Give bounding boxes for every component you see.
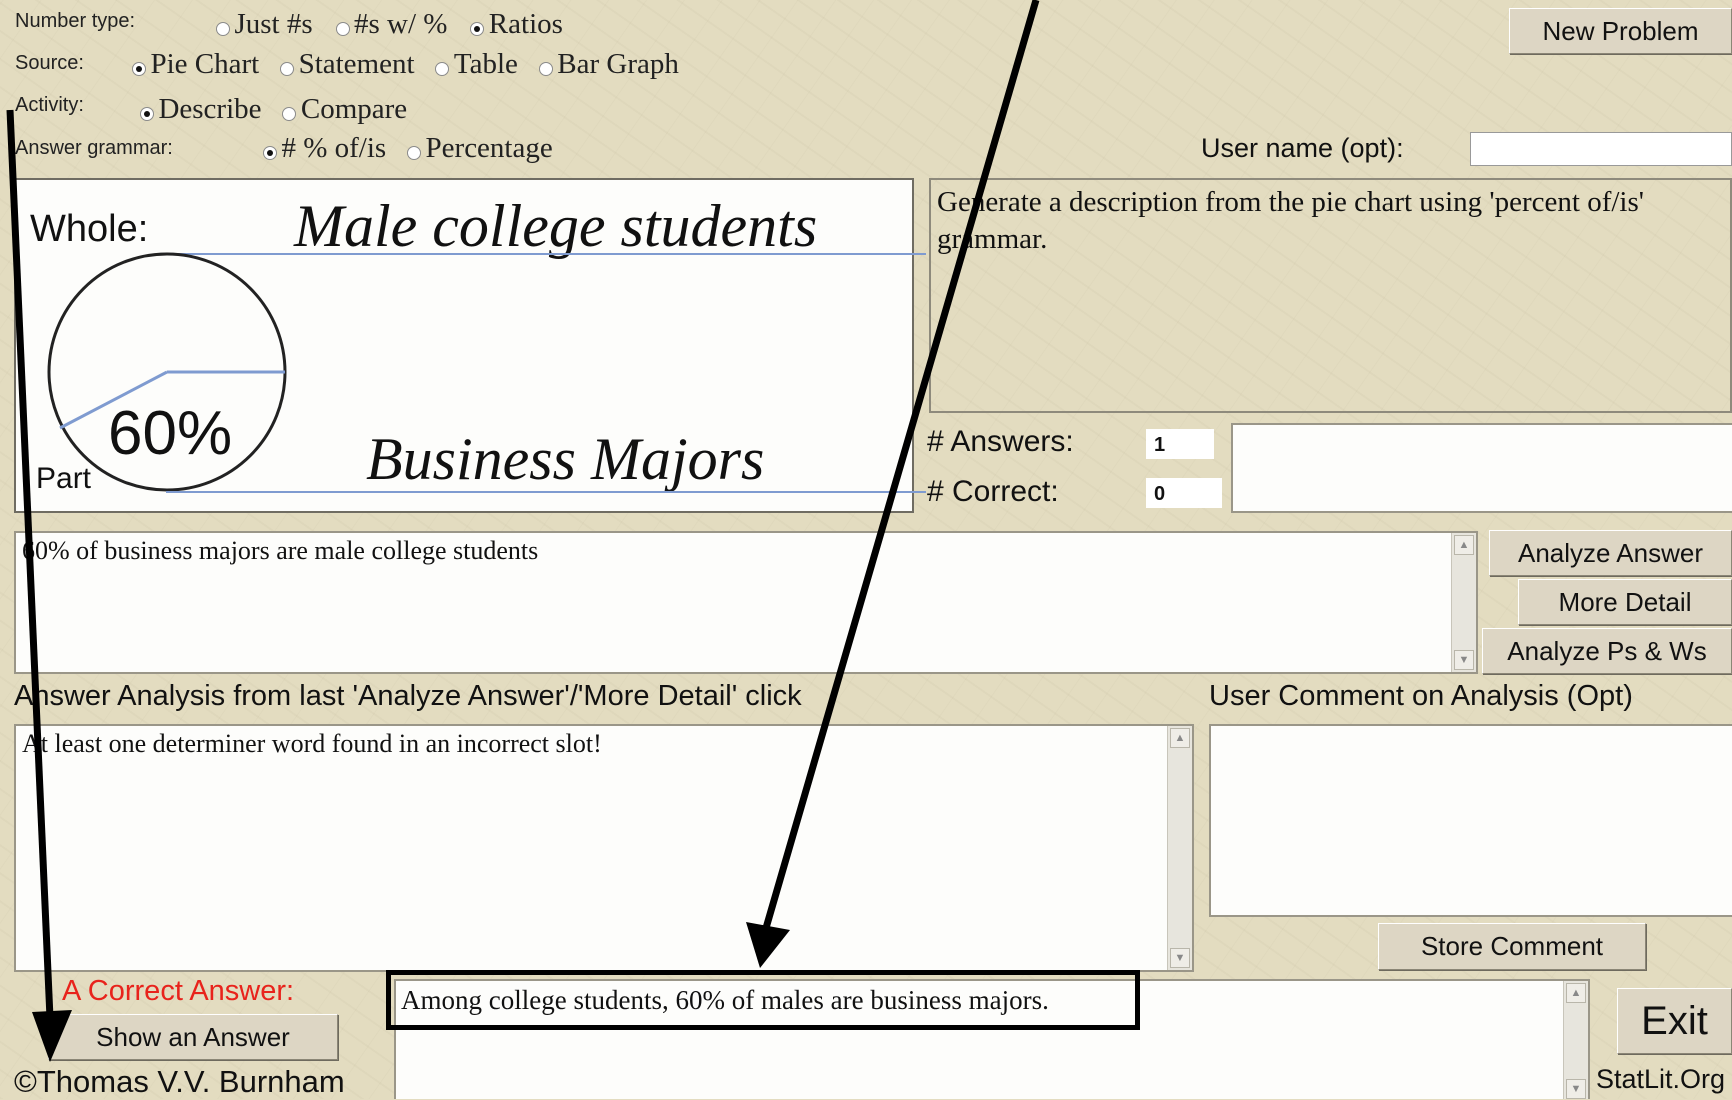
analysis-heading: Answer Analysis from last 'Analyze Answe… (14, 680, 802, 712)
correct-answer-scrollbar[interactable]: ▲ ▼ (1563, 981, 1588, 1099)
correct-answer-text: Among college students, 60% of males are… (386, 970, 1140, 1030)
source-label: Source: (15, 52, 84, 74)
radio-describe[interactable] (140, 106, 154, 121)
option-table[interactable]: Table (454, 48, 518, 80)
scroll-down-icon[interactable]: ▼ (1454, 650, 1474, 670)
answer-textarea[interactable]: 60% of business majors are male college … (14, 531, 1478, 674)
answer-grammar-label: Answer grammar: (15, 137, 173, 159)
scroll-up-icon[interactable]: ▲ (1566, 983, 1586, 1003)
instructions-text: Generate a description from the pie char… (937, 186, 1644, 255)
answer-scrollbar[interactable]: ▲ ▼ (1451, 533, 1476, 672)
answers-count-value: 1 (1146, 429, 1214, 459)
answers-count-label: # Answers: (927, 425, 1074, 458)
user-name-input[interactable] (1470, 132, 1732, 166)
radio-compare[interactable] (282, 106, 297, 121)
answer-grammar-group: # % of/is Percentage (263, 132, 553, 165)
radio-bar-graph[interactable] (538, 61, 553, 76)
scroll-up-icon[interactable]: ▲ (1454, 535, 1474, 555)
source-group: Pie Chart Statement Table Bar Graph (132, 48, 679, 81)
analyze-ps-ws-button[interactable]: Analyze Ps & Ws (1482, 628, 1732, 674)
radio-percent-of-is[interactable] (263, 145, 277, 160)
more-detail-button[interactable]: More Detail (1518, 579, 1732, 625)
correct-answer-label: A Correct Answer: (62, 975, 295, 1007)
option-ratios[interactable]: Ratios (489, 8, 563, 40)
statlit-label: StatLit.Org (1596, 1064, 1726, 1094)
pie-chart-panel: Whole: Male college students 60% Part Bu… (14, 178, 926, 513)
correct-count-label: # Correct: (927, 475, 1059, 508)
radio-ratios[interactable] (470, 21, 485, 36)
part-value: Business Majors (366, 426, 765, 492)
part-label: Part (36, 462, 92, 495)
option-just-nums[interactable]: Just #s (234, 8, 312, 40)
option-bar-graph[interactable]: Bar Graph (557, 48, 679, 80)
radio-table[interactable] (435, 61, 450, 76)
instructions-box: Generate a description from the pie char… (929, 178, 1732, 413)
number-type-group: Just #s #s w/ % Ratios (216, 8, 563, 41)
comment-heading: User Comment on Analysis (Opt) (1209, 680, 1633, 712)
correct-count-value: 0 (1146, 478, 1222, 508)
option-percent-of-is[interactable]: # % of/is (281, 132, 386, 164)
option-pie-chart[interactable]: Pie Chart (150, 48, 259, 80)
exit-button[interactable]: Exit (1617, 988, 1732, 1054)
user-name-label: User name (opt): (1201, 133, 1404, 163)
whole-value: Male college students (294, 193, 818, 259)
show-answer-button[interactable]: Show an Answer (48, 1014, 338, 1060)
option-nums-with-percent[interactable]: #s w/ % (354, 8, 447, 40)
analysis-textarea[interactable]: At least one determiner word found in an… (14, 724, 1194, 972)
option-percentage[interactable]: Percentage (426, 132, 553, 164)
activity-group: Describe Compare (140, 93, 407, 126)
analysis-text: At least one determiner word found in an… (22, 729, 602, 758)
scroll-down-icon[interactable]: ▼ (1170, 948, 1190, 968)
option-describe[interactable]: Describe (158, 93, 261, 125)
number-type-label: Number type: (15, 10, 136, 32)
radio-nums-with-percent[interactable] (335, 21, 350, 36)
pie-percent-label: 60% (108, 399, 233, 468)
analyze-answer-button[interactable]: Analyze Answer (1489, 530, 1732, 576)
scroll-down-icon[interactable]: ▼ (1566, 1079, 1586, 1099)
option-statement[interactable]: Statement (299, 48, 415, 80)
comment-text[interactable] (1211, 726, 1732, 734)
stats-feedback-box (1231, 423, 1732, 513)
scroll-up-icon[interactable]: ▲ (1170, 728, 1190, 748)
activity-label: Activity: (15, 94, 84, 116)
whole-label: Whole: (30, 208, 149, 250)
analysis-scrollbar[interactable]: ▲ ▼ (1167, 726, 1192, 970)
answer-text[interactable]: 60% of business majors are male college … (16, 533, 1476, 569)
radio-pie-chart[interactable] (132, 61, 146, 76)
store-comment-button[interactable]: Store Comment (1378, 923, 1646, 970)
option-compare[interactable]: Compare (301, 93, 407, 125)
new-problem-button[interactable]: New Problem (1509, 8, 1732, 54)
radio-percentage[interactable] (407, 145, 422, 160)
radio-statement[interactable] (280, 61, 295, 76)
part-underline (166, 491, 926, 493)
copyright-text: ©Thomas V.V. Burnham (14, 1064, 345, 1099)
comment-textarea[interactable] (1209, 724, 1732, 917)
radio-just-nums[interactable] (216, 21, 230, 36)
